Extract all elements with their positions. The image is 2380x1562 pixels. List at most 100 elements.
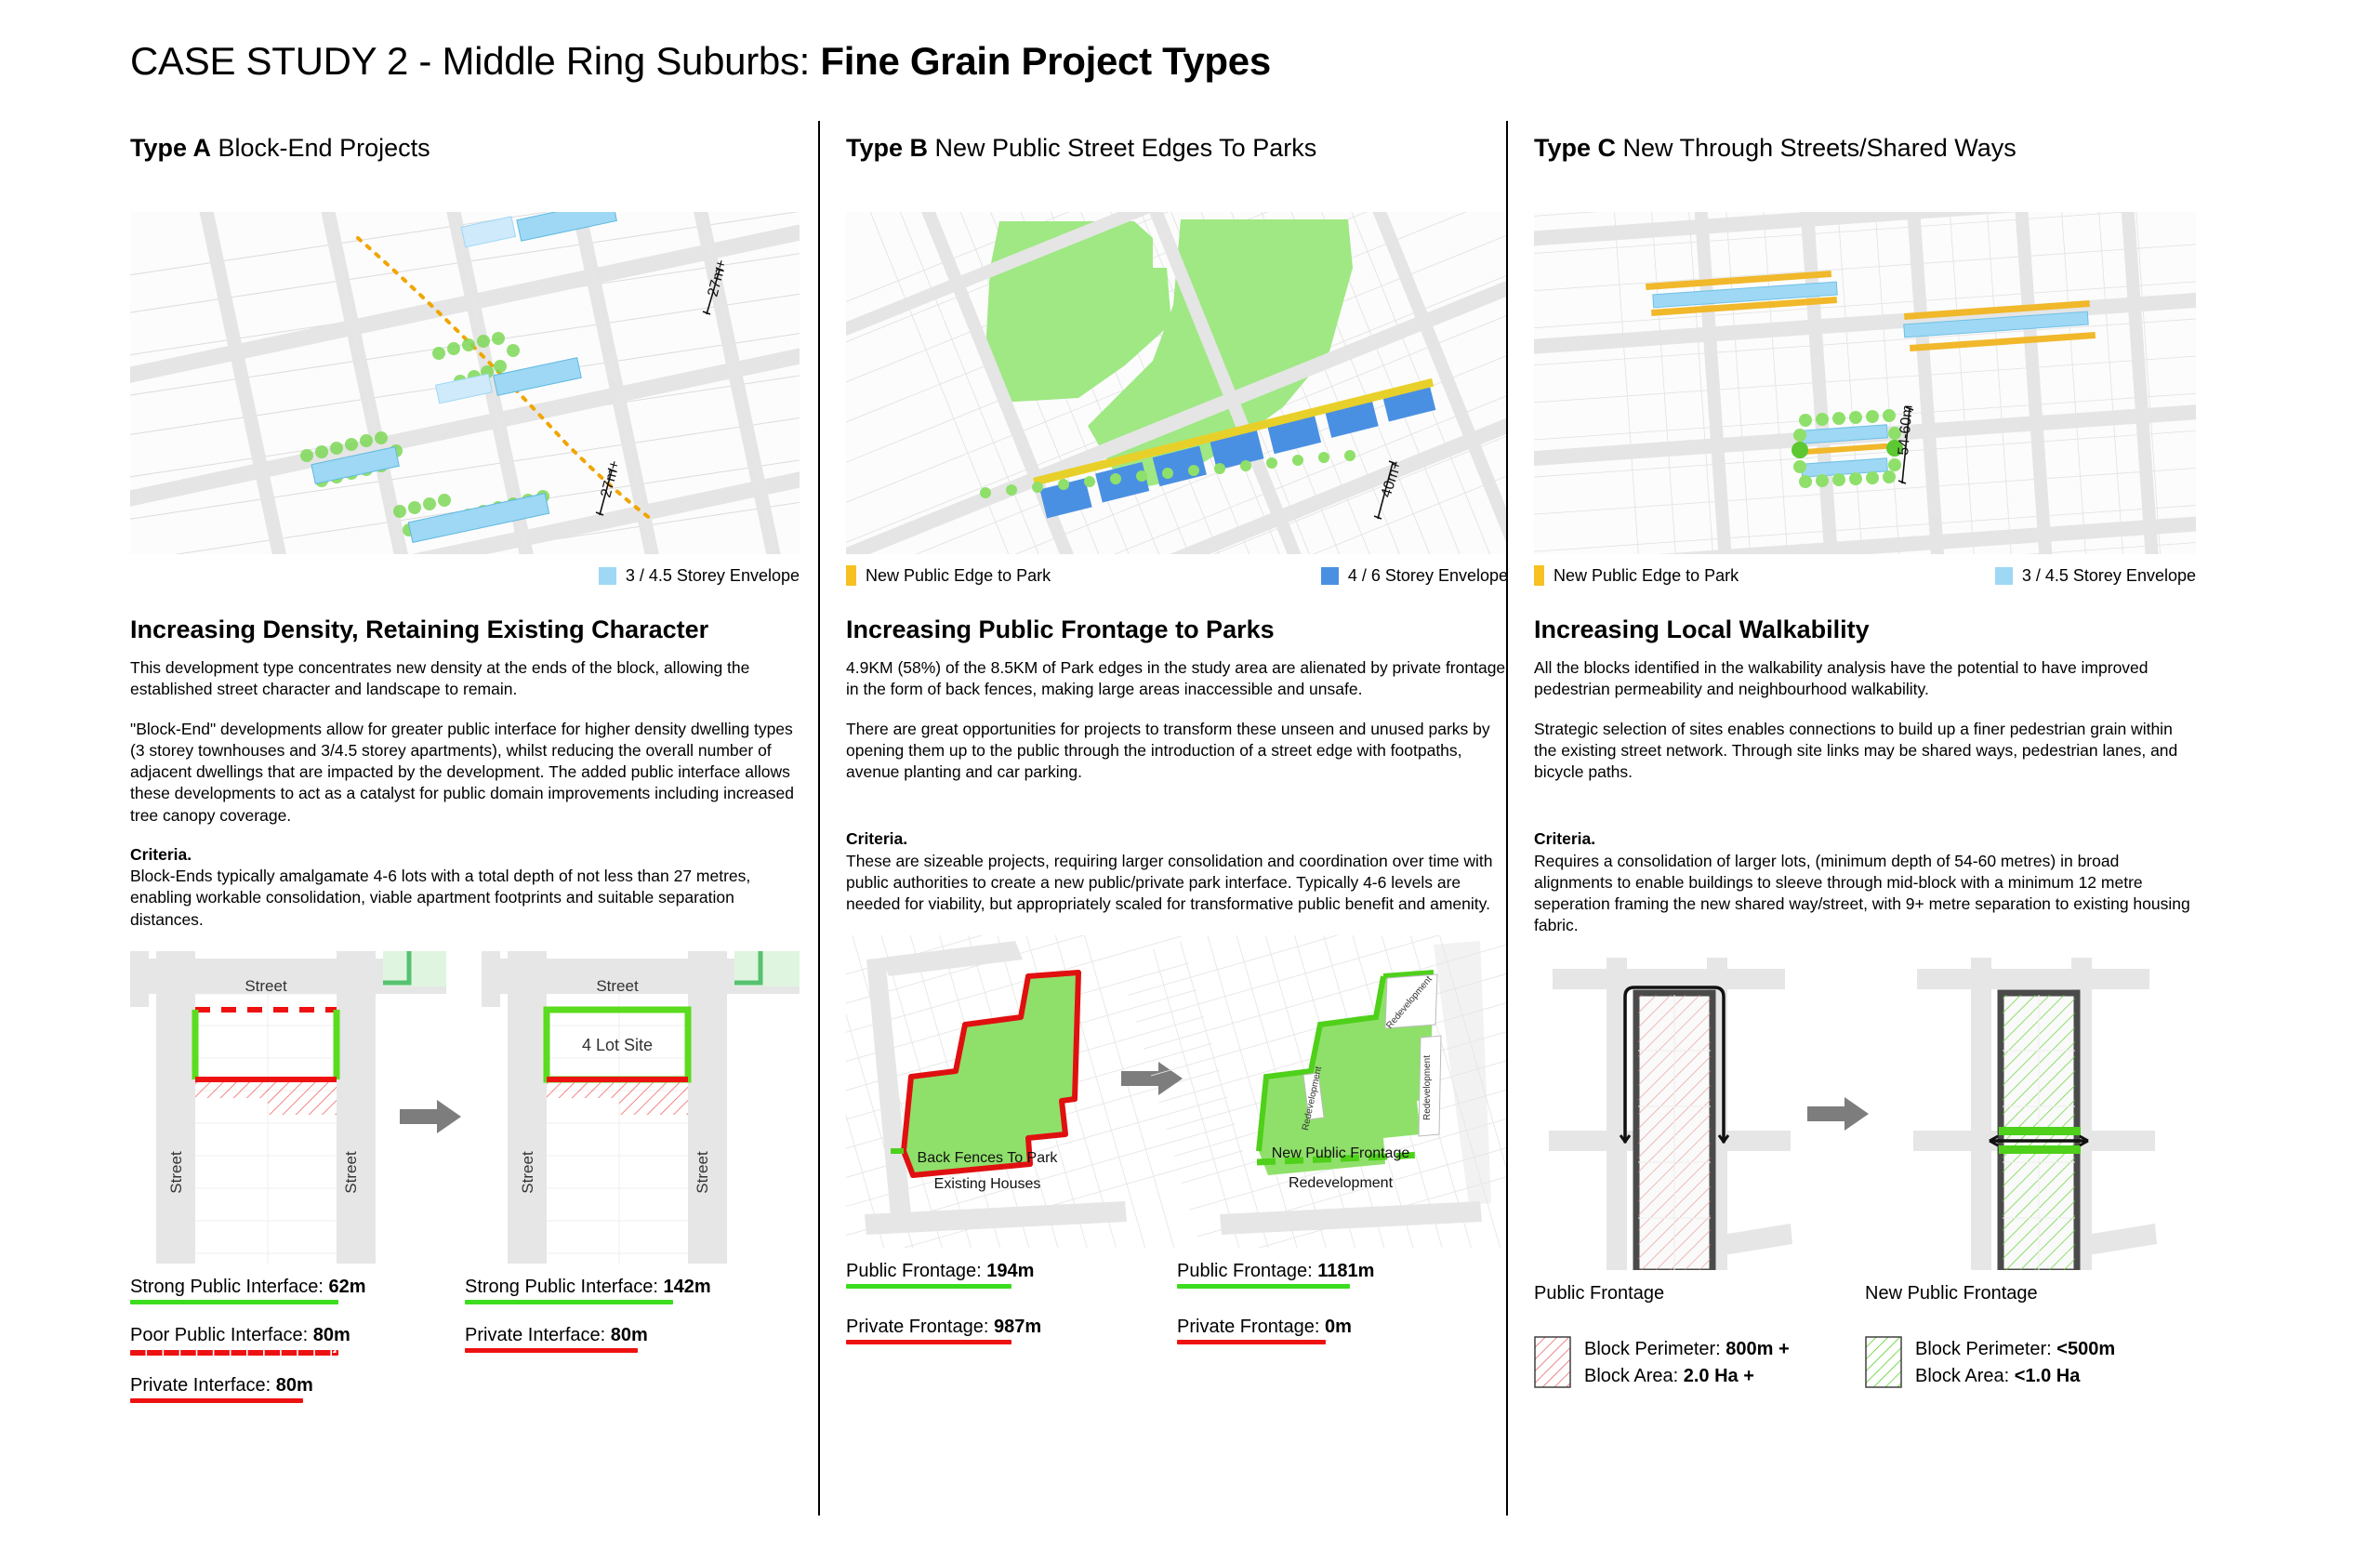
diagram-b-after: Redevelopment Redevelopment Redevelopmen… <box>1128 935 1508 1249</box>
metric-label: Public Frontage: <box>846 1261 987 1282</box>
diagram-b-before: Back Fences To Park Existing Houses <box>846 935 1244 1249</box>
metric-label: Public Frontage: <box>1177 1261 1318 1282</box>
paragraph-a-2: "Block-End" developments allow for great… <box>130 719 794 825</box>
metric-label: Strong Public Interface: <box>465 1276 664 1297</box>
column-c-label: Type C <box>1534 134 1617 162</box>
diagram-a-after: Street 4 Lot Site Street Street <box>482 950 800 1264</box>
metrics-b-before: Public Frontage: 194m Private Frontage: … <box>846 1261 1177 1359</box>
metric-value: 80m <box>610 1324 648 1345</box>
block-perimeter-value: 800m + <box>1726 1338 1790 1359</box>
frontage-head-label: Public Frontage <box>1534 1282 1665 1304</box>
column-type-a: Type A Block-End Projects 27m+ 27m+ 3 / … <box>0 121 818 1516</box>
metric-label: Private Interface: <box>465 1324 611 1345</box>
metric-row: Public Frontage: 1181m <box>1177 1261 1374 1290</box>
metrics-c-after: New Public Frontage Block Perimeter: <50… <box>1865 1283 2196 1390</box>
legend-label: 4 / 6 Storey Envelope <box>1347 565 1508 585</box>
subhead-type-a: Increasing Density, Retaining Existing C… <box>130 616 709 643</box>
back-fences-label: Back Fences To Park <box>918 1150 1059 1166</box>
frontage-head-right: New Public Frontage <box>1865 1283 2038 1304</box>
metric-label: Strong Public Interface: <box>130 1276 329 1297</box>
legend-type-c: New Public Edge to Park 3 / 4.5 Storey E… <box>1534 560 2196 591</box>
legend-label: 3 / 4.5 Storey Envelope <box>625 565 800 585</box>
metric-value: 62m <box>328 1276 366 1297</box>
metric-value: 987m <box>993 1317 1042 1338</box>
metric-row: Private Frontage: 987m <box>846 1317 1042 1345</box>
legend-swatch-icon <box>1320 566 1339 585</box>
metrics-type-c: Public Frontage Block Perimeter: 800m + <box>1534 1283 2196 1390</box>
frontage-head-left: Public Frontage <box>1534 1283 1664 1304</box>
transform-arrow-c <box>1807 1096 1869 1131</box>
legend-item-storey-envelope: 4 / 6 Storey Envelope <box>1320 565 1508 586</box>
metrics-type-a: Strong Public Interface: 62m Poor Public… <box>130 1277 800 1418</box>
block-area-value: <1.0 Ha <box>2014 1365 2081 1386</box>
legend-label: New Public Edge to Park <box>1554 565 1739 585</box>
block-area-row: Block Area: 2.0 Ha + <box>1584 1363 1790 1390</box>
metric-row: Private Interface: 80m <box>465 1324 648 1353</box>
street-label-top: Street <box>245 977 287 995</box>
metric-rule <box>846 1284 1012 1290</box>
criteria-text-a: Block-Ends typically amalgamate 4-6 lots… <box>130 867 751 929</box>
block-area-label: Block Area: <box>1915 1365 2015 1386</box>
metrics-b-after: Public Frontage: 1181m Private Frontage:… <box>1177 1261 1508 1359</box>
hatch-swatch-green-icon <box>1865 1335 1902 1388</box>
metric-label: Private Interface: <box>130 1374 276 1396</box>
metric-row: Strong Public Interface: 142m <box>465 1276 711 1304</box>
legend-item-storey-envelope: 3 / 4.5 Storey Envelope <box>598 565 800 586</box>
metric-rule <box>1177 1340 1326 1345</box>
street-label-top: Street <box>596 977 639 995</box>
column-a-header: Type A Block-End Projects <box>130 134 800 171</box>
metric-row: Strong Public Interface: 62m <box>130 1276 366 1304</box>
metric-row: Private Interface: 80m <box>130 1374 313 1403</box>
block-perimeter-row: Block Perimeter: 800m + <box>1584 1336 1790 1363</box>
block-area-row: Block Area: <1.0 Ha <box>1915 1363 2115 1390</box>
legend-label: 3 / 4.5 Storey Envelope <box>2021 565 2196 585</box>
page-title-light: CASE STUDY 2 - Middle Ring Suburbs: <box>130 39 821 83</box>
metric-row: Private Frontage: 0m <box>1177 1317 1352 1345</box>
metric-label: Poor Public Interface: <box>130 1324 313 1345</box>
legend-item-storey-envelope: 3 / 4.5 Storey Envelope <box>1994 565 2196 586</box>
diagram-c-after <box>1913 957 2157 1270</box>
metric-rule <box>130 1349 338 1356</box>
criteria-text-c: Requires a consolidation of larger lots,… <box>1534 851 2190 935</box>
subhead-type-c: Increasing Local Walkability <box>1534 616 1870 643</box>
block-area-label: Block Area: <box>1584 1365 1684 1386</box>
legend-swatch-icon <box>1994 566 2013 585</box>
block-perimeter-label: Block Perimeter: <box>1915 1338 2057 1359</box>
columns-container: Type A Block-End Projects 27m+ 27m+ 3 / … <box>0 121 2380 1516</box>
metric-rule <box>465 1347 638 1353</box>
block-area-value: 2.0 Ha + <box>1683 1365 1754 1386</box>
new-through-link <box>1999 1145 2081 1154</box>
column-type-b: Type B New Public Street Edges To Parks <box>818 121 1508 1516</box>
diagram-a-before: Street Street Street <box>130 950 446 1264</box>
criteria-label-a: Criteria. <box>130 844 192 864</box>
metrics-a-after: Strong Public Interface: 142m Private In… <box>465 1277 800 1418</box>
column-c-header: Type C New Through Streets/Shared Ways <box>1534 134 2196 171</box>
column-b-label: Type B <box>846 134 929 162</box>
legend-type-b: New Public Edge to Park 4 / 6 Storey Env… <box>846 560 1508 591</box>
metric-value: 142m <box>663 1276 711 1297</box>
metric-value: 80m <box>312 1324 350 1345</box>
subhead-type-b: Increasing Public Frontage to Parks <box>846 616 1275 643</box>
metric-value: 80m <box>275 1374 313 1396</box>
street-label-left: Street <box>167 1151 185 1194</box>
metric-rule <box>1177 1284 1350 1290</box>
new-public-frontage-label: New Public Frontage <box>1272 1145 1410 1161</box>
block-legend-left: Block Perimeter: 800m + Block Area: 2.0 … <box>1534 1335 1865 1390</box>
page-title: CASE STUDY 2 - Middle Ring Suburbs: Fine… <box>130 39 1271 84</box>
legend-swatch-icon <box>846 565 856 586</box>
criteria-label-b: Criteria. <box>846 829 908 849</box>
frontage-head-label: New Public Frontage <box>1865 1282 2038 1304</box>
new-through-link <box>1999 1126 2081 1135</box>
block-perimeter-row: Block Perimeter: <500m <box>1915 1336 2115 1363</box>
page-title-bold: Fine Grain Project Types <box>820 39 1271 83</box>
diagram-c-before <box>1549 957 1792 1270</box>
column-a-sublabel: Block-End Projects <box>211 134 430 162</box>
metric-row: Public Frontage: 194m <box>846 1261 1034 1290</box>
map-type-c: 54-60m <box>1534 212 2196 554</box>
street-label-right: Street <box>342 1151 360 1194</box>
metrics-type-b: Public Frontage: 194m Private Frontage: … <box>846 1261 1508 1359</box>
metric-label: Private Frontage: <box>846 1317 994 1338</box>
block-perimeter-label: Block Perimeter: <box>1584 1338 1726 1359</box>
legend-item-new-public-edge: New Public Edge to Park <box>1534 565 1739 586</box>
redevelopment-label: Redevelopment <box>1289 1175 1394 1191</box>
